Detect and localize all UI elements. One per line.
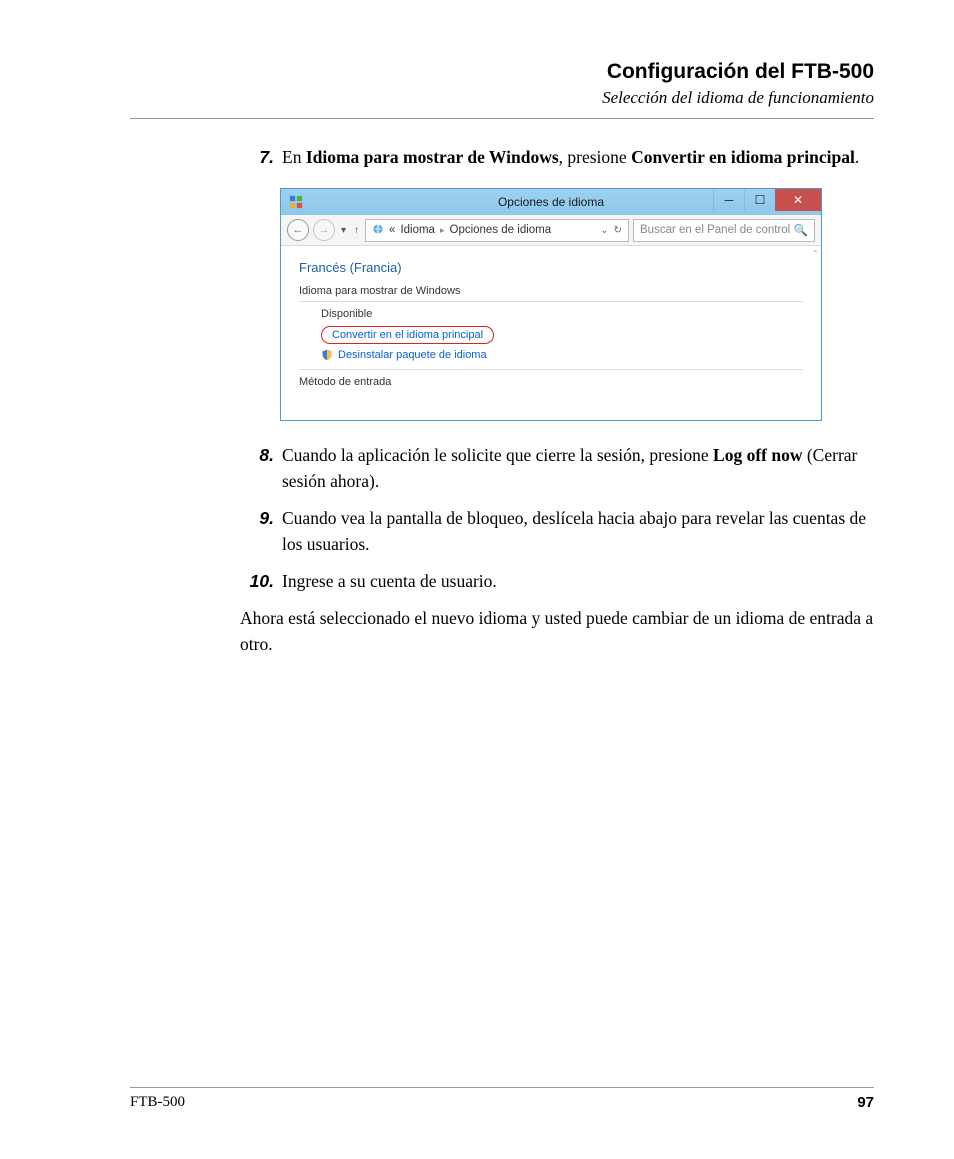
group-label: Idioma para mostrar de Windows [299, 285, 803, 297]
recent-locations[interactable]: ▾ [339, 225, 348, 236]
page-number: 97 [857, 1094, 874, 1111]
step-text: Ingrese a su cuenta de usuario. [282, 569, 874, 594]
step-text: En Idioma para mostrar de Windows, presi… [282, 145, 874, 170]
minimize-button[interactable]: ─ [713, 189, 744, 211]
search-icon: 🔍 [794, 223, 808, 237]
step-number: 10. [240, 569, 282, 594]
step-8: 8. Cuando la aplicación le solicite que … [240, 443, 874, 494]
step-number: 9. [240, 506, 282, 557]
step-number: 7. [240, 145, 282, 170]
group-divider [299, 301, 803, 302]
input-method-label: Método de entrada [299, 369, 803, 388]
back-button[interactable]: ← [287, 219, 309, 241]
maximize-button[interactable]: ☐ [744, 189, 775, 211]
status-available: Disponible [321, 308, 803, 320]
shield-icon [321, 349, 333, 361]
scroll-up-icon[interactable]: ˆ [814, 250, 817, 261]
page-heading: Configuración del FTB-500 [130, 60, 874, 84]
breadcrumb-item[interactable]: Idioma [400, 224, 435, 236]
address-dropdown[interactable]: ⌄ [600, 225, 608, 236]
step-text: Cuando la aplicación le solicite que cie… [282, 443, 874, 494]
breadcrumb-item[interactable]: Opciones de idioma [450, 224, 552, 236]
step-10: 10. Ingrese a su cuenta de usuario. [240, 569, 874, 594]
closing-paragraph: Ahora está seleccionado el nuevo idioma … [240, 606, 874, 657]
footer-model: FTB-500 [130, 1094, 185, 1111]
breadcrumb-sep: « [389, 224, 395, 236]
highlighted-link[interactable]: Convertir en el idioma principal [321, 326, 494, 344]
page-subheading: Selección del idioma de funcionamiento [130, 88, 874, 108]
windows-dialog: Opciones de idioma ─ ☐ ✕ ← → ▾ ↑ « Idiom… [280, 188, 822, 421]
search-placeholder: Buscar en el Panel de control [640, 224, 790, 236]
uninstall-link[interactable]: Desinstalar paquete de idioma [321, 349, 803, 361]
app-icon [289, 195, 303, 209]
refresh-button[interactable]: ↻ [614, 225, 622, 236]
step-number: 8. [240, 443, 282, 494]
location-icon [372, 223, 384, 238]
window-titlebar[interactable]: Opciones de idioma ─ ☐ ✕ [281, 189, 821, 215]
search-input[interactable]: Buscar en el Panel de control 🔍 [633, 219, 815, 242]
header-rule [130, 118, 874, 119]
forward-button[interactable]: → [313, 219, 335, 241]
close-button[interactable]: ✕ [775, 189, 821, 211]
make-primary-link[interactable]: Convertir en el idioma principal [321, 326, 803, 344]
step-9: 9. Cuando vea la pantalla de bloqueo, de… [240, 506, 874, 557]
page-footer: FTB-500 97 [130, 1087, 874, 1111]
breadcrumb[interactable]: « Idioma ▸ Opciones de idioma ⌄ ↻ [365, 219, 629, 242]
step-7: 7. En Idioma para mostrar de Windows, pr… [240, 145, 874, 170]
up-button[interactable]: ↑ [352, 225, 361, 236]
address-bar-row: ← → ▾ ↑ « Idioma ▸ Opciones de idioma ⌄ … [281, 215, 821, 246]
step-text: Cuando vea la pantalla de bloqueo, deslí… [282, 506, 874, 557]
language-heading: Francés (Francia) [299, 260, 803, 275]
chevron-right-icon: ▸ [440, 225, 445, 236]
